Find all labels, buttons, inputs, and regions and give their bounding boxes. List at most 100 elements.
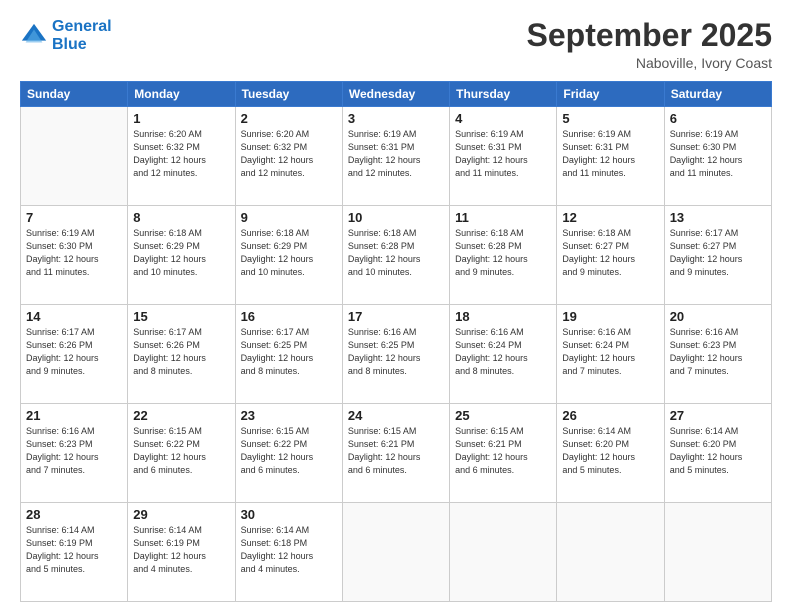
day-number: 5 [562,111,658,126]
calendar-week-4: 21 Sunrise: 6:16 AMSunset: 6:23 PMDayligh… [21,404,772,503]
day-info: Sunrise: 6:16 AMSunset: 6:23 PMDaylight:… [670,326,766,378]
day-number: 7 [26,210,122,225]
day-info: Sunrise: 6:18 AMSunset: 6:28 PMDaylight:… [348,227,444,279]
day-number: 12 [562,210,658,225]
day-info: Sunrise: 6:19 AMSunset: 6:31 PMDaylight:… [348,128,444,180]
header-tuesday: Tuesday [235,82,342,107]
calendar-cell: 26 Sunrise: 6:14 AMSunset: 6:20 PMDayligh… [557,404,664,503]
day-number: 19 [562,309,658,324]
day-info: Sunrise: 6:15 AMSunset: 6:22 PMDaylight:… [133,425,229,477]
day-info: Sunrise: 6:15 AMSunset: 6:21 PMDaylight:… [455,425,551,477]
day-number: 11 [455,210,551,225]
day-number: 3 [348,111,444,126]
day-info: Sunrise: 6:18 AMSunset: 6:29 PMDaylight:… [241,227,337,279]
calendar-cell: 29 Sunrise: 6:14 AMSunset: 6:19 PMDayligh… [128,503,235,602]
weekday-header-row: Sunday Monday Tuesday Wednesday Thursday… [21,82,772,107]
calendar-cell [342,503,449,602]
calendar-cell [450,503,557,602]
calendar-cell: 14 Sunrise: 6:17 AMSunset: 6:26 PMDayligh… [21,305,128,404]
day-number: 4 [455,111,551,126]
day-info: Sunrise: 6:18 AMSunset: 6:29 PMDaylight:… [133,227,229,279]
month-title: September 2025 [527,18,772,53]
day-info: Sunrise: 6:20 AMSunset: 6:32 PMDaylight:… [241,128,337,180]
calendar-cell: 27 Sunrise: 6:14 AMSunset: 6:20 PMDayligh… [664,404,771,503]
day-info: Sunrise: 6:16 AMSunset: 6:23 PMDaylight:… [26,425,122,477]
calendar-week-2: 7 Sunrise: 6:19 AMSunset: 6:30 PMDaylight… [21,206,772,305]
day-number: 21 [26,408,122,423]
calendar-cell [664,503,771,602]
day-info: Sunrise: 6:14 AMSunset: 6:19 PMDaylight:… [133,524,229,576]
location: Naboville, Ivory Coast [527,55,772,71]
day-info: Sunrise: 6:17 AMSunset: 6:25 PMDaylight:… [241,326,337,378]
day-info: Sunrise: 6:18 AMSunset: 6:28 PMDaylight:… [455,227,551,279]
day-info: Sunrise: 6:17 AMSunset: 6:26 PMDaylight:… [26,326,122,378]
day-info: Sunrise: 6:16 AMSunset: 6:24 PMDaylight:… [562,326,658,378]
day-number: 27 [670,408,766,423]
day-number: 17 [348,309,444,324]
calendar-cell: 22 Sunrise: 6:15 AMSunset: 6:22 PMDayligh… [128,404,235,503]
day-info: Sunrise: 6:14 AMSunset: 6:20 PMDaylight:… [670,425,766,477]
calendar-week-1: 1Sunrise: 6:20 AMSunset: 6:32 PMDaylight… [21,107,772,206]
logo-icon [20,22,48,50]
day-number: 26 [562,408,658,423]
calendar-cell: 21 Sunrise: 6:16 AMSunset: 6:23 PMDayligh… [21,404,128,503]
logo-text: General Blue [52,18,112,53]
calendar-cell: 15 Sunrise: 6:17 AMSunset: 6:26 PMDayligh… [128,305,235,404]
calendar-cell: 12 Sunrise: 6:18 AMSunset: 6:27 PMDayligh… [557,206,664,305]
day-info: Sunrise: 6:18 AMSunset: 6:27 PMDaylight:… [562,227,658,279]
calendar-cell: 10 Sunrise: 6:18 AMSunset: 6:28 PMDayligh… [342,206,449,305]
day-number: 10 [348,210,444,225]
day-number: 14 [26,309,122,324]
calendar-cell: 18Sunrise: 6:16 AMSunset: 6:24 PMDayligh… [450,305,557,404]
calendar-cell: 11 Sunrise: 6:18 AMSunset: 6:28 PMDayligh… [450,206,557,305]
calendar-cell: 1Sunrise: 6:20 AMSunset: 6:32 PMDaylight… [128,107,235,206]
day-number: 2 [241,111,337,126]
calendar-cell: 3 Sunrise: 6:19 AMSunset: 6:31 PMDaylight… [342,107,449,206]
day-number: 16 [241,309,337,324]
calendar-cell: 23Sunrise: 6:15 AMSunset: 6:22 PMDayligh… [235,404,342,503]
calendar-week-5: 28Sunrise: 6:14 AMSunset: 6:19 PMDayligh… [21,503,772,602]
logo: General Blue [20,18,112,53]
calendar-table: Sunday Monday Tuesday Wednesday Thursday… [20,81,772,602]
day-info: Sunrise: 6:19 AMSunset: 6:30 PMDaylight:… [26,227,122,279]
day-number: 8 [133,210,229,225]
day-info: Sunrise: 6:17 AMSunset: 6:26 PMDaylight:… [133,326,229,378]
header: General Blue September 2025 Naboville, I… [20,18,772,71]
header-wednesday: Wednesday [342,82,449,107]
header-sunday: Sunday [21,82,128,107]
title-area: September 2025 Naboville, Ivory Coast [527,18,772,71]
calendar-cell: 2 Sunrise: 6:20 AMSunset: 6:32 PMDaylight… [235,107,342,206]
calendar-cell: 28Sunrise: 6:14 AMSunset: 6:19 PMDayligh… [21,503,128,602]
day-info: Sunrise: 6:14 AMSunset: 6:20 PMDaylight:… [562,425,658,477]
calendar-cell: 4 Sunrise: 6:19 AMSunset: 6:31 PMDaylight… [450,107,557,206]
calendar-cell: 30Sunrise: 6:14 AMSunset: 6:18 PMDayligh… [235,503,342,602]
calendar-cell [21,107,128,206]
day-number: 22 [133,408,229,423]
day-number: 13 [670,210,766,225]
day-info: Sunrise: 6:17 AMSunset: 6:27 PMDaylight:… [670,227,766,279]
calendar-cell [557,503,664,602]
calendar-week-3: 14 Sunrise: 6:17 AMSunset: 6:26 PMDayligh… [21,305,772,404]
calendar-cell: 24Sunrise: 6:15 AMSunset: 6:21 PMDayligh… [342,404,449,503]
day-number: 9 [241,210,337,225]
calendar-cell: 7 Sunrise: 6:19 AMSunset: 6:30 PMDaylight… [21,206,128,305]
day-info: Sunrise: 6:14 AMSunset: 6:18 PMDaylight:… [241,524,337,576]
day-number: 29 [133,507,229,522]
day-info: Sunrise: 6:15 AMSunset: 6:21 PMDaylight:… [348,425,444,477]
header-friday: Friday [557,82,664,107]
header-thursday: Thursday [450,82,557,107]
day-info: Sunrise: 6:14 AMSunset: 6:19 PMDaylight:… [26,524,122,576]
day-number: 18 [455,309,551,324]
day-info: Sunrise: 6:15 AMSunset: 6:22 PMDaylight:… [241,425,337,477]
calendar-cell: 8 Sunrise: 6:18 AMSunset: 6:29 PMDaylight… [128,206,235,305]
calendar-cell: 25 Sunrise: 6:15 AMSunset: 6:21 PMDayligh… [450,404,557,503]
header-saturday: Saturday [664,82,771,107]
calendar-cell: 5Sunrise: 6:19 AMSunset: 6:31 PMDaylight… [557,107,664,206]
day-info: Sunrise: 6:19 AMSunset: 6:31 PMDaylight:… [455,128,551,180]
day-number: 20 [670,309,766,324]
day-number: 25 [455,408,551,423]
calendar-cell: 6Sunrise: 6:19 AMSunset: 6:30 PMDaylight… [664,107,771,206]
day-number: 15 [133,309,229,324]
day-info: Sunrise: 6:19 AMSunset: 6:30 PMDaylight:… [670,128,766,180]
day-info: Sunrise: 6:16 AMSunset: 6:25 PMDaylight:… [348,326,444,378]
